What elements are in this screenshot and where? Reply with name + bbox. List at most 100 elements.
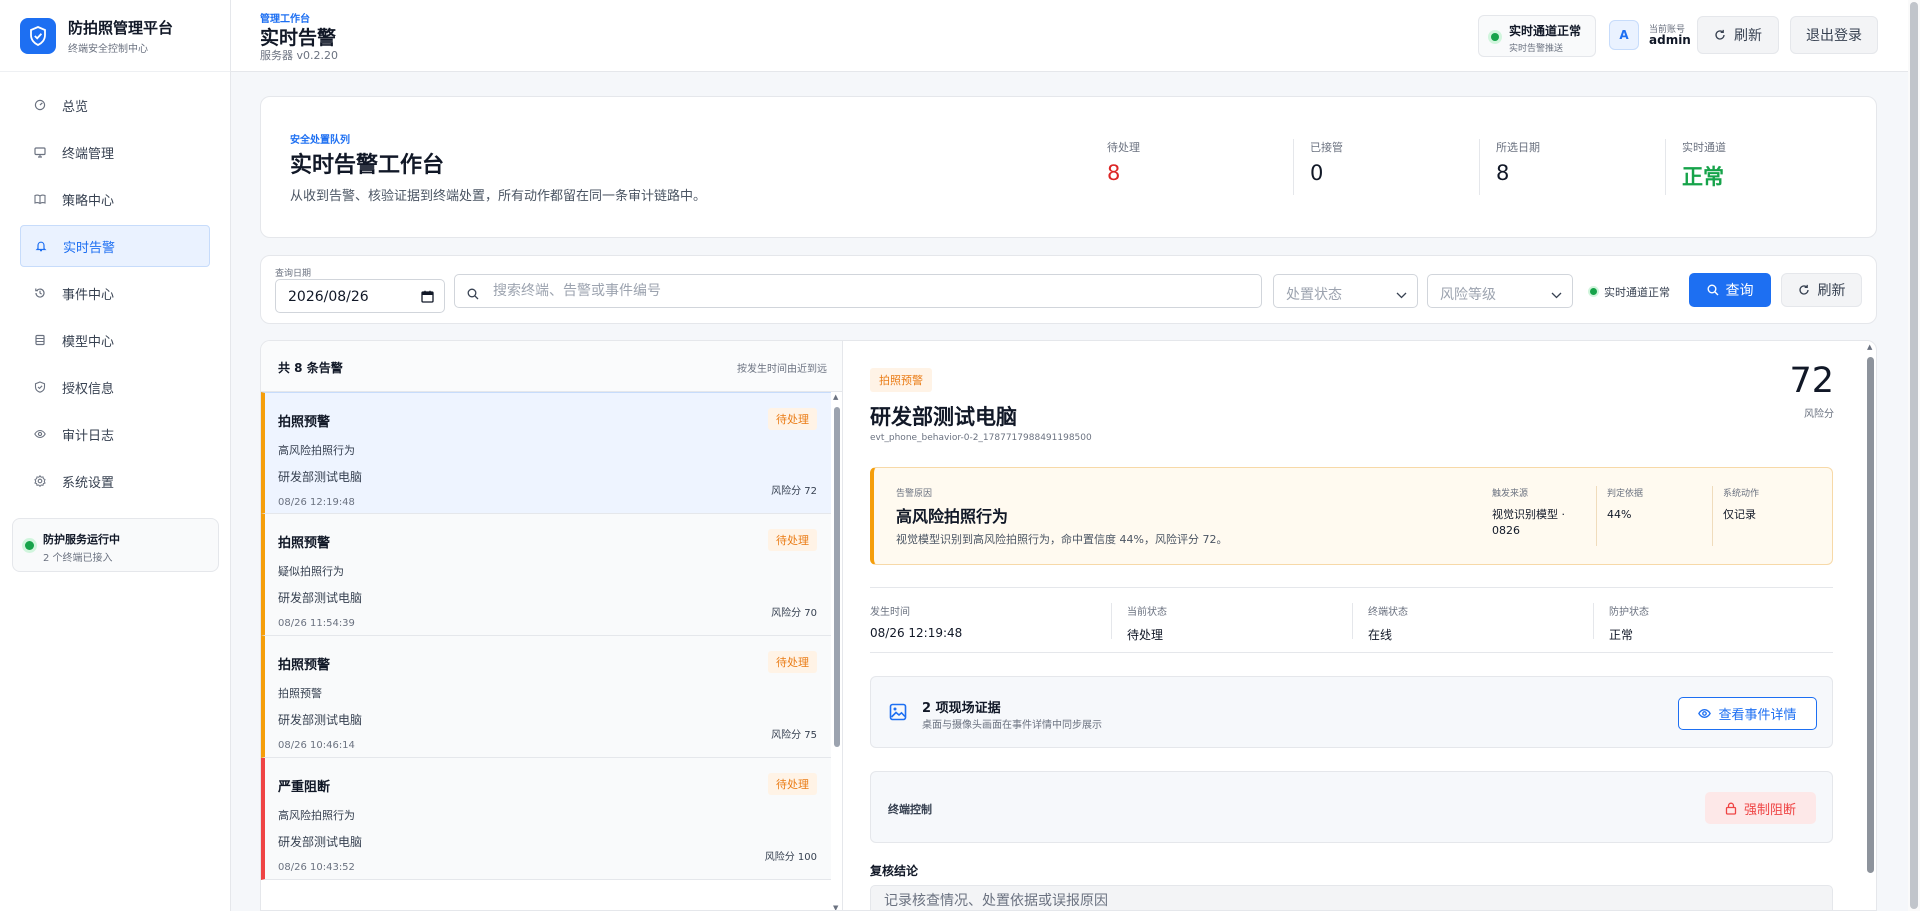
- sidebar-item-label: 终端管理: [62, 146, 115, 162]
- sidebar-item-license[interactable]: 授权信息: [20, 366, 210, 408]
- reason-title: 高风险拍照行为: [896, 507, 1009, 526]
- scrollbar-thumb[interactable]: [834, 407, 840, 747]
- meta-label: 防护状态: [1609, 607, 1649, 618]
- logout-button[interactable]: 退出登录: [1790, 16, 1878, 54]
- search-box[interactable]: [454, 274, 1262, 308]
- shield-check-icon: [34, 381, 46, 393]
- meta-current-status: 当前状态 待处理: [1111, 603, 1351, 642]
- alert-type: 拍照预警: [278, 658, 331, 673]
- scroll-down-icon[interactable]: ▼: [833, 904, 838, 910]
- stat-value: 8: [1496, 161, 1510, 185]
- status-select[interactable]: 处置状态: [1273, 274, 1418, 308]
- alert-list-item[interactable]: 拍照预警 疑似拍照行为 研发部测试电脑 08/26 11:54:39 待处理 风…: [261, 514, 831, 636]
- force-block-button[interactable]: 强制阻断: [1705, 792, 1816, 824]
- book-icon: [34, 193, 46, 205]
- sidebar-item-alerts[interactable]: 实时告警: [20, 225, 210, 267]
- query-button[interactable]: 查询: [1689, 273, 1771, 307]
- stat-label: 待处理: [1107, 141, 1140, 154]
- brand-subtitle: 终端安全控制中心: [68, 43, 148, 55]
- realtime-channel-status: 实时通道正常 实时告警推送: [1478, 15, 1596, 57]
- sidebar-item-models[interactable]: 模型中心: [20, 319, 210, 361]
- date-value: 2026/08/26: [288, 289, 369, 305]
- summary-kicker: 安全处置队列: [290, 135, 350, 146]
- scrollbar-thumb[interactable]: [1867, 357, 1874, 873]
- view-event-details-button[interactable]: 查看事件详情: [1678, 697, 1817, 730]
- alert-risk-score: 风险分 100: [764, 852, 817, 863]
- system-action: 系统动作 仅记录: [1712, 486, 1822, 546]
- server-version: 服务器 v0.2.20: [260, 49, 338, 62]
- alert-device: 研发部测试电脑: [278, 835, 363, 849]
- status-dot: [25, 541, 34, 550]
- alert-reason: 拍照预警: [278, 687, 322, 700]
- refresh-icon: [1798, 284, 1810, 296]
- brand: 防拍照管理平台 终端安全控制中心: [0, 0, 230, 72]
- sidebar-item-terminals[interactable]: 终端管理: [20, 131, 210, 173]
- alert-time: 08/26 11:54:39: [278, 618, 355, 629]
- stat-realtime-channel: 实时通道 正常: [1665, 139, 1851, 195]
- channel-status-label: 实时通道正常: [1604, 286, 1670, 299]
- terminal-control-card: 终端控制 强制阻断: [870, 771, 1833, 843]
- alert-list-header: 共 8 条告警 按发生时间由近到远: [261, 341, 842, 392]
- sidebar-item-label: 事件中心: [62, 287, 115, 303]
- stat-pending: 待处理 8: [1107, 139, 1293, 195]
- meta-occurred-time: 发生时间 08/26 12:19:48: [870, 603, 1110, 640]
- logout-label: 退出登录: [1806, 28, 1862, 44]
- service-status-subtitle: 2 个终端已接入: [43, 553, 113, 564]
- window-scrollbar[interactable]: [1908, 0, 1920, 911]
- date-input[interactable]: 2026/08/26: [275, 279, 445, 313]
- evidence-title: 2 项现场证据: [922, 701, 1001, 716]
- alert-device: 研发部测试电脑: [278, 591, 363, 605]
- sidebar-item-audit[interactable]: 审计日志: [20, 413, 210, 455]
- scroll-up-icon[interactable]: ▲: [833, 393, 838, 401]
- alert-time: 08/26 10:46:14: [278, 740, 355, 751]
- dashboard-icon: [34, 99, 46, 111]
- calendar-icon[interactable]: [421, 290, 434, 307]
- meta-value: 在线: [1368, 628, 1393, 642]
- service-status-card: 防护服务运行中 2 个终端已接入: [12, 518, 219, 572]
- refresh-button[interactable]: 刷新: [1697, 16, 1779, 54]
- sidebar-item-settings[interactable]: 系统设置: [20, 460, 210, 502]
- detail-title: 研发部测试电脑: [870, 405, 1017, 429]
- alert-risk-score: 风险分 75: [771, 730, 817, 741]
- stat-selected-date: 所选日期 8: [1479, 139, 1665, 195]
- detail-scrollbar[interactable]: ▲: [1865, 341, 1875, 910]
- meta-terminal-status: 终端状态 在线: [1352, 603, 1592, 642]
- risk-select-value: 风险等级: [1440, 287, 1496, 303]
- alert-detail-panel: 拍照预警 研发部测试电脑 evt_phone_behavior-0-2_1787…: [842, 340, 1877, 911]
- avatar[interactable]: A: [1609, 20, 1639, 50]
- trigger-source-value: 视觉识别模型 · 0826: [1492, 508, 1565, 537]
- alert-list-scrollbar[interactable]: ▲ ▼: [833, 393, 841, 910]
- summary-title: 实时告警工作台: [290, 153, 445, 178]
- sidebar-item-label: 模型中心: [62, 334, 115, 350]
- sidebar-nav: 总览 终端管理 策略中心 实时告警 事件中心 模型中心 授权信息 审计日志 系统…: [0, 72, 230, 502]
- risk-select[interactable]: 风险等级: [1427, 274, 1573, 308]
- sidebar-item-overview[interactable]: 总览: [20, 84, 210, 126]
- search-icon: [1707, 284, 1719, 296]
- sidebar-item-policy[interactable]: 策略中心: [20, 178, 210, 220]
- search-input[interactable]: [493, 281, 1253, 301]
- scrollbar-thumb[interactable]: [1910, 2, 1918, 909]
- alert-list-item[interactable]: 严重阻断 高风险拍照行为 研发部测试电脑 08/26 10:43:52 待处理 …: [261, 758, 831, 880]
- sidebar: 防拍照管理平台 终端安全控制中心 总览 终端管理 策略中心 实时告警 事件中心 …: [0, 0, 231, 911]
- meta-value: 待处理: [1127, 628, 1164, 642]
- filter-refresh-label: 刷新: [1817, 283, 1846, 299]
- query-label: 查询: [1725, 283, 1754, 299]
- status-badge: 待处理: [768, 651, 817, 673]
- lock-icon: [1725, 802, 1737, 815]
- sidebar-item-events[interactable]: 事件中心: [20, 272, 210, 314]
- review-conclusion-input[interactable]: [870, 885, 1833, 910]
- filter-refresh-button[interactable]: 刷新: [1781, 273, 1862, 307]
- shield-logo-icon: [20, 17, 56, 54]
- stat-value: 正常: [1682, 165, 1724, 189]
- alert-time: 08/26 12:19:48: [278, 497, 355, 508]
- sidebar-item-label: 策略中心: [62, 193, 115, 209]
- alert-sort-order[interactable]: 按发生时间由近到远: [737, 360, 827, 375]
- account-name: admin: [1649, 33, 1691, 47]
- refresh-icon: [1714, 29, 1726, 41]
- alert-list-item[interactable]: 拍照预警 高风险拍照行为 研发部测试电脑 08/26 12:19:48 待处理 …: [261, 392, 831, 514]
- alert-list-item[interactable]: 拍照预警 拍照预警 研发部测试电脑 08/26 10:46:14 待处理 风险分…: [261, 636, 831, 758]
- scroll-up-icon[interactable]: ▲: [1867, 343, 1872, 351]
- alert-reason: 高风险拍照行为: [278, 809, 355, 822]
- reason-description: 视觉模型识别到高风险拍照行为，命中置信度 44%，风险评分 72。: [896, 533, 1228, 546]
- channel-status: 实时通道正常: [1590, 284, 1670, 300]
